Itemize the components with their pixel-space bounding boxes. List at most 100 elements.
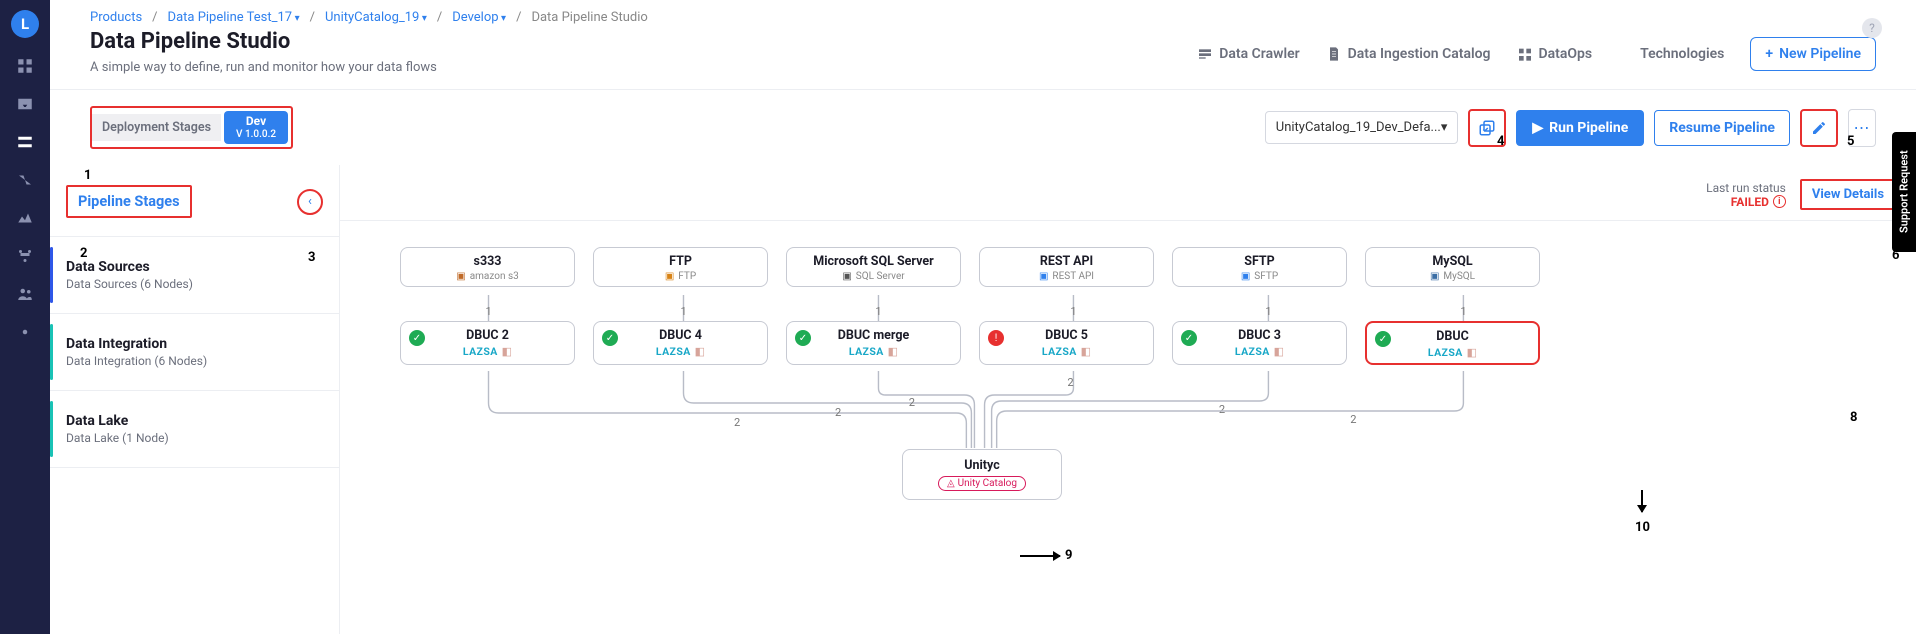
- nav-dashboard-icon[interactable]: [15, 56, 35, 76]
- unity-catalog-icon: ◬: [947, 478, 955, 489]
- annotation-arrow-10: [1641, 490, 1643, 512]
- status-error-icon: !: [988, 330, 1004, 346]
- node-int-dbuc5[interactable]: ! DBUC 5 LAZSA◧: [979, 321, 1154, 365]
- stage-data-sources[interactable]: Data Sources Data Sources (6 Nodes): [50, 237, 339, 314]
- node-source-sftp[interactable]: SFTP ▣SFTP: [1172, 247, 1347, 287]
- support-request-tab[interactable]: Support Request: [1892, 132, 1916, 252]
- cube-icon: ◧: [502, 345, 512, 358]
- unity-catalog-chip: ◬Unity Catalog: [938, 476, 1026, 491]
- svg-text:2: 2: [1350, 413, 1356, 426]
- node-source-s333[interactable]: s333 ▣amazon s3: [400, 247, 575, 287]
- svg-text:1: 1: [485, 305, 491, 318]
- annotation-9: 9: [1065, 548, 1072, 563]
- annotation-4: 4: [1497, 134, 1504, 149]
- brand-logo[interactable]: L: [11, 10, 39, 38]
- cube-icon: ◧: [695, 345, 705, 358]
- svg-text:2: 2: [1067, 376, 1073, 389]
- annotation-arrow-9: [1020, 555, 1060, 557]
- node-int-dbucmerge[interactable]: ✓ DBUC merge LAZSA◧: [786, 321, 961, 365]
- chevron-left-icon: ‹: [308, 194, 312, 209]
- nav-data-crawler[interactable]: Data Crawler: [1197, 46, 1299, 62]
- nav-flow-icon[interactable]: [15, 170, 35, 190]
- cube-icon: ◧: [1081, 345, 1091, 358]
- svg-text:1: 1: [875, 305, 881, 318]
- environment-select[interactable]: UnityCatalog_19_Dev_Defa... ▾: [1265, 111, 1459, 144]
- ellipsis-icon: ⋯: [1854, 118, 1871, 137]
- pipeline-stages-title: Pipeline Stages: [66, 185, 192, 218]
- amazon-s3-icon: ▣: [456, 271, 465, 282]
- cube-icon: ◧: [1274, 345, 1284, 358]
- sqlserver-icon: ▣: [842, 271, 851, 282]
- node-int-dbuc3[interactable]: ✓ DBUC 3 LAZSA◧: [1172, 321, 1347, 365]
- nav-data-ingestion[interactable]: Data Ingestion Catalog: [1326, 46, 1491, 62]
- ftp-icon: ▣: [665, 271, 674, 282]
- node-source-ftp[interactable]: FTP ▣FTP: [593, 247, 768, 287]
- svg-text:1: 1: [680, 305, 686, 318]
- crumb-develop[interactable]: Develop: [452, 10, 506, 25]
- nav-pipeline-icon[interactable]: [15, 132, 35, 152]
- deployment-stages-label: Deployment Stages: [92, 114, 221, 141]
- node-source-mssql[interactable]: Microsoft SQL Server ▣SQL Server: [786, 247, 961, 287]
- collapse-stages-button[interactable]: ‹: [297, 189, 323, 215]
- annotation-5: 5: [1847, 134, 1854, 149]
- mysql-icon: ▣: [1430, 271, 1439, 282]
- last-run-status-label: Last run status: [1706, 181, 1786, 195]
- row-data-sources: s333 ▣amazon s3 FTP ▣FTP Microsoft SQL S…: [340, 247, 1916, 287]
- deployment-stages-block[interactable]: Deployment Stages Dev V 1.0.0.2: [90, 106, 293, 149]
- crumb-pipeline-test[interactable]: Data Pipeline Test_17: [168, 10, 300, 25]
- node-source-mysql[interactable]: MySQL ▣MySQL: [1365, 247, 1540, 287]
- status-ok-icon: ✓: [409, 330, 425, 346]
- svg-text:2: 2: [1219, 403, 1225, 416]
- edit-button[interactable]: [1800, 109, 1838, 147]
- annotation-2: 2: [80, 246, 87, 261]
- pipeline-stages-panel: Pipeline Stages ‹ Data Sources Data Sour…: [50, 165, 340, 634]
- pipeline-canvas[interactable]: Last run status FAILED i View Details 1 …: [340, 165, 1916, 634]
- status-ok-icon: ✓: [602, 330, 618, 346]
- deployment-dev-chip[interactable]: Dev V 1.0.0.2: [224, 111, 288, 144]
- svg-text:1: 1: [1070, 305, 1076, 318]
- restapi-icon: ▣: [1039, 271, 1048, 282]
- annotation-8: 8: [1850, 410, 1857, 425]
- run-pipeline-button[interactable]: ▶ Run Pipeline: [1516, 110, 1644, 146]
- status-ok-icon: ✓: [1181, 330, 1197, 346]
- node-int-dbuc4[interactable]: ✓ DBUC 4 LAZSA◧: [593, 321, 768, 365]
- breadcrumb: Products Data Pipeline Test_17 UnityCata…: [50, 0, 1916, 25]
- resume-pipeline-button[interactable]: Resume Pipeline: [1654, 110, 1790, 146]
- nav-analytics-icon[interactable]: [15, 208, 35, 228]
- sftp-icon: ▣: [1241, 271, 1250, 282]
- help-icon[interactable]: ?: [1862, 18, 1882, 38]
- cube-icon: ◧: [1467, 346, 1477, 359]
- cube-icon: ◧: [888, 345, 898, 358]
- nav-org-icon[interactable]: [15, 246, 35, 266]
- stage-data-lake[interactable]: Data Lake Data Lake (1 Node): [50, 391, 339, 468]
- node-source-restapi[interactable]: REST API ▣REST API: [979, 247, 1154, 287]
- node-int-dbuc[interactable]: ✓ DBUC LAZSA◧: [1365, 321, 1540, 365]
- view-details-button[interactable]: View Details: [1800, 179, 1896, 210]
- nav-dataops[interactable]: DataOps: [1517, 46, 1593, 62]
- status-ok-icon: ✓: [1375, 331, 1391, 347]
- annotation-10: 10: [1635, 520, 1650, 535]
- crumb-current: Data Pipeline Studio: [531, 10, 647, 25]
- global-nav-sidebar: L: [0, 0, 50, 634]
- nav-technologies[interactable]: Technologies: [1618, 46, 1724, 62]
- svg-text:2: 2: [835, 406, 841, 419]
- node-lake-unityc[interactable]: Unityc ◬Unity Catalog: [902, 449, 1062, 500]
- stage-data-integration[interactable]: Data Integration Data Integration (6 Nod…: [50, 314, 339, 391]
- nav-users-icon[interactable]: [15, 284, 35, 304]
- last-run-status-value: FAILED i: [1731, 195, 1786, 209]
- page-subtitle: A simple way to define, run and monitor …: [90, 60, 437, 75]
- plus-icon: +: [1765, 46, 1773, 62]
- crumb-unitycatalog[interactable]: UnityCatalog_19: [325, 10, 427, 25]
- svg-text:2: 2: [909, 396, 915, 409]
- crumb-products[interactable]: Products: [90, 10, 142, 25]
- page-title: Data Pipeline Studio: [90, 29, 437, 54]
- chevron-down-icon: ▾: [1441, 120, 1448, 135]
- nav-settings-icon[interactable]: [15, 322, 35, 342]
- svg-text:1: 1: [1460, 305, 1466, 318]
- row-data-integration: ✓ DBUC 2 LAZSA◧ ✓ DBUC 4 LAZSA◧ ✓ DBUC m…: [340, 321, 1916, 365]
- info-icon[interactable]: i: [1773, 195, 1786, 208]
- new-pipeline-button[interactable]: + New Pipeline: [1750, 37, 1876, 71]
- node-int-dbuc2[interactable]: ✓ DBUC 2 LAZSA◧: [400, 321, 575, 365]
- play-icon: ▶: [1532, 120, 1543, 136]
- nav-inbox-icon[interactable]: [15, 94, 35, 114]
